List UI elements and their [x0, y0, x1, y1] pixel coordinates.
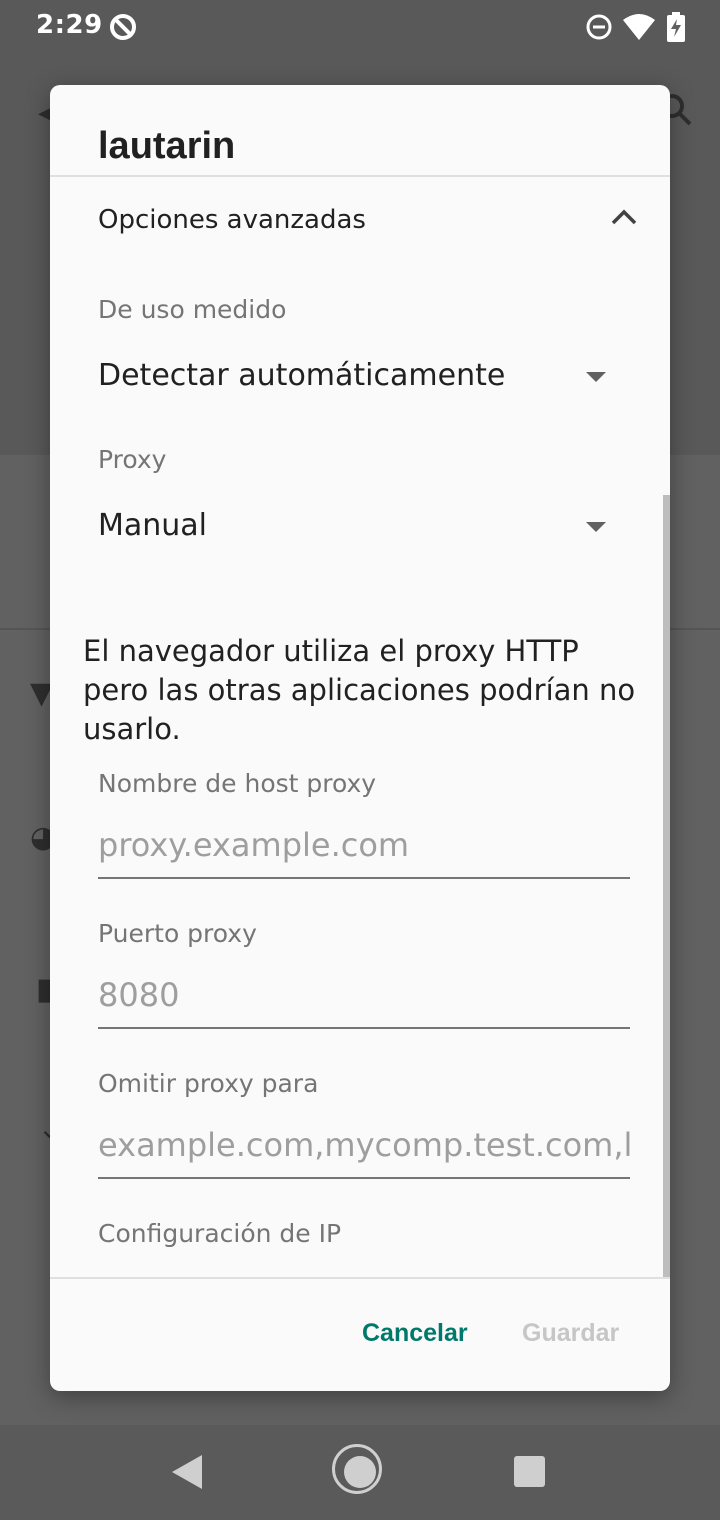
ip-settings-label: Configuración de IP: [98, 1219, 342, 1248]
proxy-hostname-label: Nombre de host proxy: [98, 769, 377, 798]
status-bar: 2:29: [0, 0, 720, 52]
proxy-hostname-input[interactable]: [98, 823, 630, 879]
status-time: 2:29: [36, 10, 103, 40]
dropdown-arrow-icon: [586, 372, 606, 382]
dialog-title: lautarin: [98, 125, 236, 167]
dialog-scrollbar[interactable]: [663, 495, 670, 1277]
metered-value: Detectar automáticamente: [98, 358, 506, 393]
nav-back-icon[interactable]: [172, 1455, 202, 1489]
proxy-port-label: Puerto proxy: [98, 919, 257, 948]
proxy-value: Manual: [98, 508, 208, 543]
do-not-disturb-icon: [586, 14, 612, 40]
data-saver-icon: [110, 14, 136, 40]
proxy-dropdown[interactable]: Manual: [98, 508, 606, 548]
proxy-port-input[interactable]: [98, 973, 630, 1029]
dialog-scroll-area[interactable]: Opciones avanzadas De uso medido Detecta…: [50, 177, 670, 1277]
wifi-network-dialog: lautarin Opciones avanzadas De uso medid…: [50, 85, 670, 1391]
cancel-button[interactable]: Cancelar: [362, 1319, 468, 1348]
wifi-icon: [623, 14, 655, 40]
bypass-proxy-input[interactable]: [98, 1123, 630, 1179]
nav-home-dot: [344, 1456, 376, 1488]
proxy-note: El navegador utiliza el proxy HTTP pero …: [83, 634, 636, 746]
bypass-proxy-label: Omitir proxy para: [98, 1069, 319, 1098]
proxy-label: Proxy: [98, 445, 167, 474]
chevron-up-icon: [611, 209, 637, 225]
nav-recents-icon[interactable]: [514, 1456, 545, 1487]
dropdown-arrow-icon: [586, 522, 606, 532]
advanced-options-label: Opciones avanzadas: [98, 205, 366, 235]
actions-divider: [50, 1277, 670, 1279]
battery-charging-icon: [667, 12, 685, 42]
save-button[interactable]: Guardar: [522, 1319, 619, 1348]
advanced-options-toggle[interactable]: Opciones avanzadas: [98, 201, 638, 241]
metered-dropdown[interactable]: Detectar automáticamente: [98, 358, 606, 398]
metered-label: De uso medido: [98, 295, 287, 324]
